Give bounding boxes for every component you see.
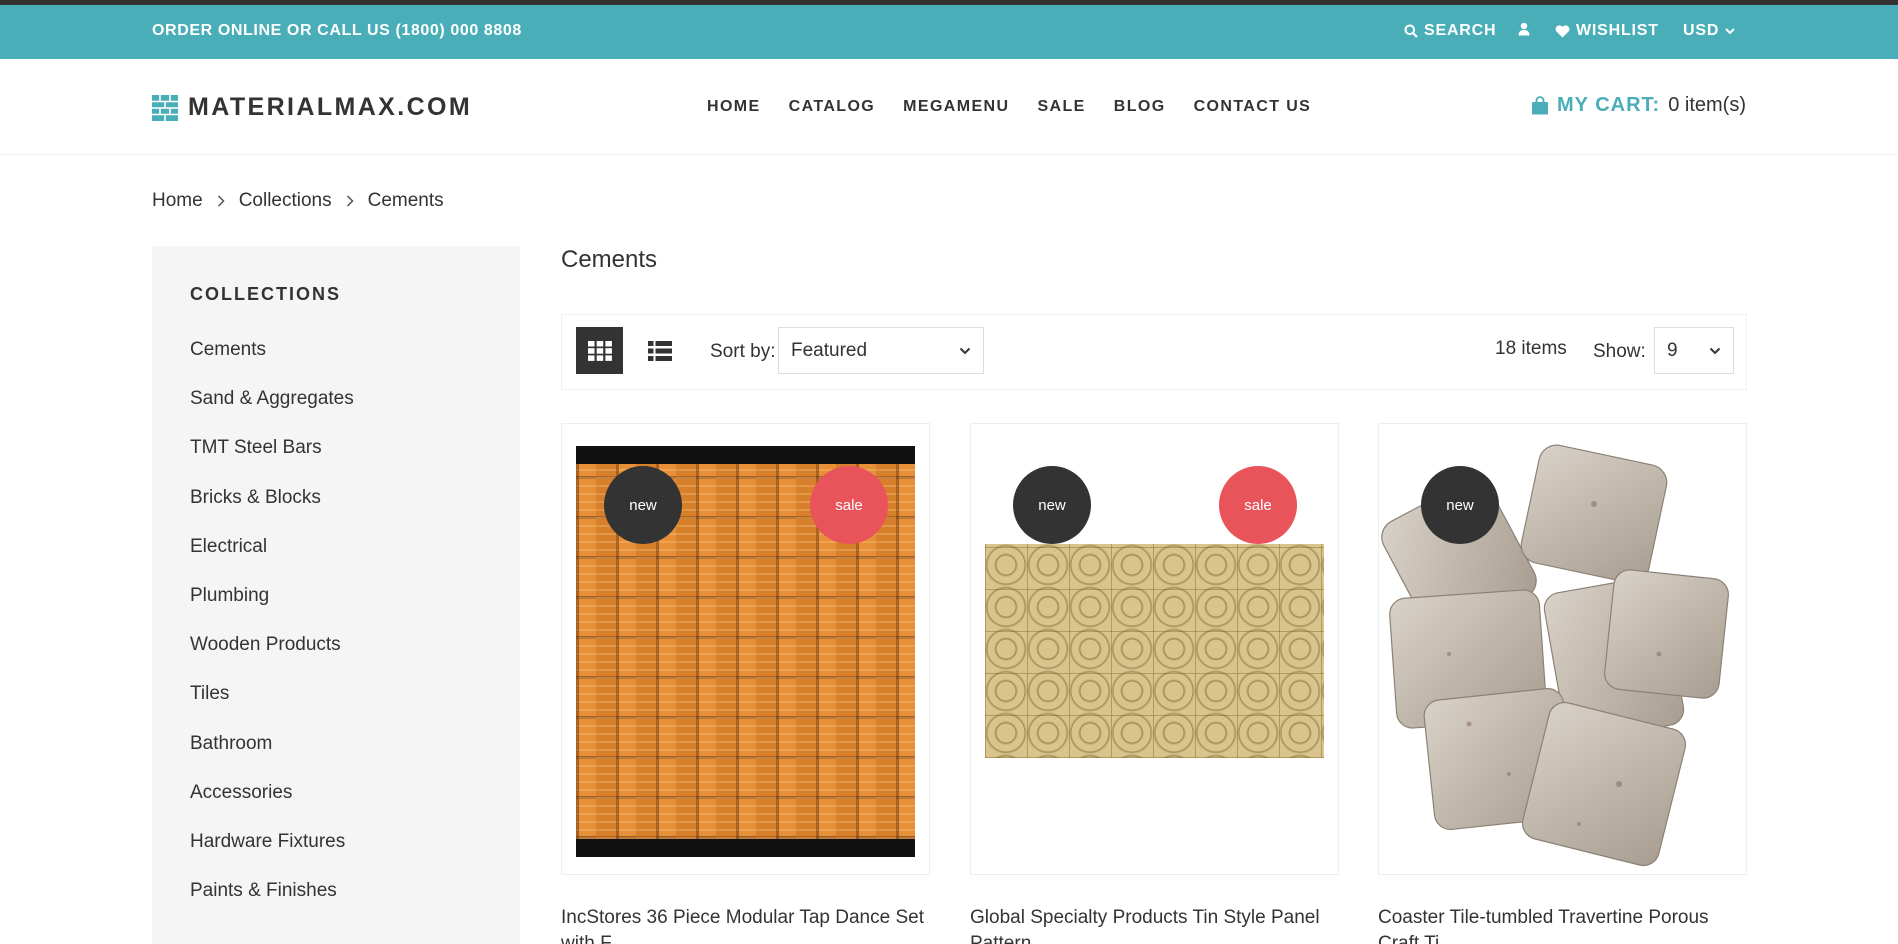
show-per-page-select[interactable]: 9: [1654, 327, 1734, 374]
sort-value: Featured: [791, 339, 868, 361]
heart-icon: [1555, 24, 1570, 37]
nav-home[interactable]: HOME: [707, 98, 761, 116]
show-value: 9: [1667, 339, 1678, 361]
product-card: new Coaster Tile-tumbled Travertine Poro…: [1378, 423, 1747, 944]
search-icon: [1404, 24, 1418, 38]
main-nav: HOME CATALOG MEGAMENU SALE BLOG CONTACT …: [707, 98, 1311, 116]
sidebar-item-hardware-fixtures[interactable]: Hardware Fixtures: [190, 817, 520, 866]
product-title[interactable]: Coaster Tile-tumbled Travertine Porous C…: [1378, 905, 1747, 944]
breadcrumb: Home Collections Cements: [152, 190, 444, 212]
grid-view-button[interactable]: [576, 327, 623, 374]
top-bar: ORDER ONLINE OR CALL US (1800) 000 8808 …: [0, 5, 1898, 59]
sidebar-item-accessories[interactable]: Accessories: [190, 768, 520, 817]
collection-toolbar: Sort by: Featured 18 items Show: 9: [561, 314, 1747, 390]
promo-text: ORDER ONLINE OR CALL US (1800) 000 8808: [152, 22, 522, 39]
page-title: Cements: [561, 246, 658, 273]
sidebar-item-cements[interactable]: Cements: [190, 325, 520, 374]
shopping-bag-icon: [1532, 96, 1549, 115]
sidebar-item-electrical[interactable]: Electrical: [190, 522, 520, 571]
breadcrumb-current: Cements: [367, 190, 444, 211]
nav-catalog[interactable]: CATALOG: [789, 98, 876, 116]
sale-badge: sale: [810, 466, 888, 544]
list-icon: [647, 340, 672, 361]
cart-link[interactable]: MY CART: 0 item(s): [1531, 94, 1746, 117]
product-image[interactable]: new: [1378, 423, 1747, 875]
cart-count: 0 item(s): [1668, 94, 1746, 116]
sidebar-item-plumbing[interactable]: Plumbing: [190, 571, 520, 620]
sort-label: Sort by:: [710, 341, 776, 362]
sale-badge: sale: [1219, 466, 1297, 544]
product-card: new sale IncStores 36 Piece Modular Tap …: [561, 423, 930, 944]
user-icon: [1518, 22, 1530, 36]
collection-main: Cements Sort by: Featured 18 items Show:…: [561, 246, 1747, 944]
collections-sidebar: COLLECTIONS Cements Sand & Aggregates TM…: [152, 246, 520, 944]
nav-contact-us[interactable]: CONTACT US: [1194, 98, 1312, 116]
chevron-down-icon: [1725, 27, 1735, 34]
product-card: new sale Global Specialty Products Tin S…: [970, 423, 1339, 944]
product-title[interactable]: IncStores 36 Piece Modular Tap Dance Set…: [561, 905, 930, 944]
logo-text: MATERIALMAX.COM: [188, 93, 473, 121]
search-label: SEARCH: [1424, 22, 1497, 39]
grid-icon: [587, 340, 612, 361]
currency-select[interactable]: USD: [1683, 22, 1735, 40]
sidebar-item-wooden-products[interactable]: Wooden Products: [190, 620, 520, 669]
sidebar-item-paints-finishes[interactable]: Paints & Finishes: [190, 866, 520, 915]
list-view-button[interactable]: [636, 327, 683, 374]
nav-megamenu[interactable]: MEGAMENU: [903, 98, 1009, 116]
product-title[interactable]: Global Specialty Products Tin Style Pane…: [970, 905, 1339, 944]
breadcrumb-home[interactable]: Home: [152, 190, 203, 212]
collections-list: Cements Sand & Aggregates TMT Steel Bars…: [190, 325, 520, 915]
account-link[interactable]: [1518, 22, 1530, 36]
wishlist-link[interactable]: WISHLIST: [1555, 22, 1659, 40]
chevron-right-icon: [346, 195, 354, 207]
product-image[interactable]: new sale: [561, 423, 930, 875]
currency-label: USD: [1683, 22, 1720, 39]
new-badge: new: [1013, 466, 1091, 544]
new-badge: new: [1421, 466, 1499, 544]
product-image[interactable]: new sale: [970, 423, 1339, 875]
tin-panel-image: [985, 544, 1324, 758]
search-link[interactable]: SEARCH: [1404, 22, 1496, 40]
chevron-down-icon: [1709, 347, 1721, 354]
sidebar-item-tiles[interactable]: Tiles: [190, 669, 520, 718]
breadcrumb-collections[interactable]: Collections: [239, 190, 332, 212]
new-badge: new: [604, 466, 682, 544]
sidebar-item-bricks-blocks[interactable]: Bricks & Blocks: [190, 473, 520, 522]
sidebar-item-tmt-steel-bars[interactable]: TMT Steel Bars: [190, 423, 520, 472]
sort-select[interactable]: Featured: [778, 327, 984, 374]
sidebar-title: COLLECTIONS: [190, 284, 341, 304]
cart-label: MY CART:: [1557, 94, 1661, 116]
site-logo[interactable]: MATERIALMAX.COM: [152, 93, 472, 122]
brick-wall-icon: [152, 94, 178, 121]
sidebar-item-bathroom[interactable]: Bathroom: [190, 719, 520, 768]
items-count: 18 items: [1495, 338, 1567, 359]
nav-blog[interactable]: BLOG: [1114, 98, 1166, 116]
site-header: MATERIALMAX.COM HOME CATALOG MEGAMENU SA…: [0, 59, 1898, 155]
chevron-down-icon: [959, 347, 971, 354]
nav-sale[interactable]: SALE: [1037, 98, 1085, 116]
sidebar-item-sand-aggregates[interactable]: Sand & Aggregates: [190, 374, 520, 423]
wishlist-label: WISHLIST: [1576, 22, 1659, 39]
show-label: Show:: [1593, 341, 1646, 362]
chevron-right-icon: [217, 195, 225, 207]
